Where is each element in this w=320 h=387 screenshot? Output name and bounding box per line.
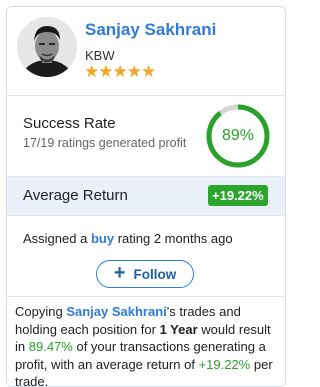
analyst-name[interactable]: Sanjay Sakhrani [85, 20, 216, 40]
average-return-row: Average Return +19.22% [7, 177, 285, 216]
assigned-rating: buy [91, 231, 114, 246]
performance-description: Copying Sanjay Sakhrani's trades and hol… [15, 303, 279, 387]
assigned-rating-text: Assigned a buy rating 2 months ago [23, 231, 233, 246]
desc-success-percent: 89.47% [29, 339, 73, 354]
plus-icon: + [114, 263, 126, 283]
average-return-badge: +19.22% [208, 185, 268, 206]
assigned-prefix: Assigned a [23, 231, 87, 246]
desc-text-1: Copying [15, 304, 63, 319]
divider [7, 296, 285, 297]
desc-average-return: +19.22% [199, 357, 251, 372]
follow-button-label: Follow [133, 267, 176, 282]
success-rate-percent: 89% [205, 103, 271, 169]
desc-analyst-name[interactable]: Sanjay Sakhrani [66, 304, 166, 319]
analyst-avatar [17, 17, 77, 77]
follow-button[interactable]: + Follow [96, 260, 194, 288]
success-rate-ring: 89% [205, 103, 271, 169]
desc-holding-period: 1 Year [160, 322, 198, 337]
analyst-header: Sanjay Sakhrani KBW ★★★★★ [7, 7, 285, 96]
success-rate-title: Success Rate [23, 115, 116, 132]
star-rating-icon: ★★★★★ [84, 62, 155, 82]
analyst-card: Sanjay Sakhrani KBW ★★★★★ Success Rate 1… [6, 6, 286, 387]
average-return-label: Average Return [23, 187, 128, 204]
assigned-suffix: rating 2 months ago [118, 231, 233, 246]
analyst-firm: KBW [85, 48, 115, 63]
success-rate-subtitle: 17/19 ratings generated profit [23, 136, 186, 150]
success-rate-section: Success Rate 17/19 ratings generated pro… [7, 96, 285, 177]
